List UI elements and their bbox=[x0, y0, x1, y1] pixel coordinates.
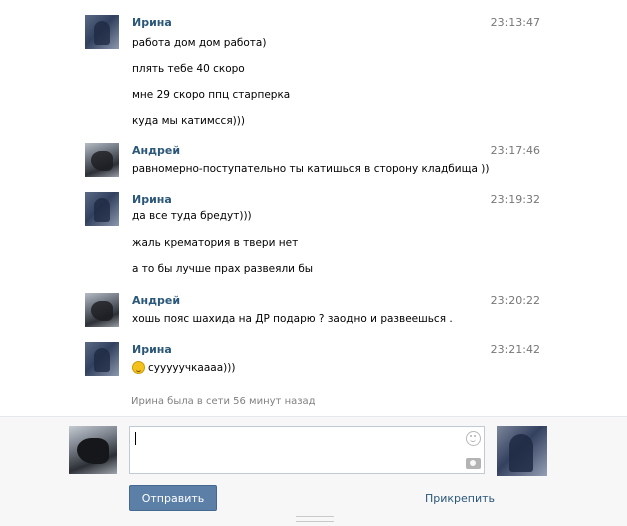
send-button[interactable]: Отправить bbox=[129, 485, 217, 511]
avatar-figure bbox=[91, 151, 113, 171]
avatar-figure bbox=[94, 21, 110, 45]
avatar-irina[interactable] bbox=[85, 192, 119, 226]
smile-icon[interactable] bbox=[466, 431, 481, 446]
avatar-figure bbox=[509, 434, 533, 472]
author-name[interactable]: Андрей bbox=[132, 294, 180, 307]
message-time: 23:19:32 bbox=[490, 193, 540, 206]
message-group: Ирина 23:21:42 сууууучкаааа))) bbox=[85, 342, 555, 380]
message-group: Андрей 23:17:46 равномерно-поступательно… bbox=[85, 143, 555, 178]
message-group: Ирина 23:13:47 работа дом дом работа) пл… bbox=[85, 15, 555, 130]
message-text: хошь пояс шахида на ДР подарю ? заодно и… bbox=[132, 313, 453, 325]
message-time: 23:17:46 bbox=[490, 144, 540, 157]
peer-avatar[interactable] bbox=[497, 426, 547, 476]
camera-icon[interactable] bbox=[466, 458, 481, 469]
message-group: Андрей 23:20:22 хошь пояс шахида на ДР п… bbox=[85, 293, 555, 328]
avatar-figure bbox=[91, 301, 113, 321]
author-name[interactable]: Ирина bbox=[132, 193, 172, 206]
text-cursor bbox=[135, 432, 136, 445]
resize-handle[interactable] bbox=[296, 516, 334, 522]
message-text: равномерно-поступательно ты катишься в с… bbox=[132, 163, 490, 175]
avatar-irina[interactable] bbox=[85, 342, 119, 376]
message-text: плять тебе 40 скоро bbox=[132, 63, 245, 75]
message-text: а то бы лучше прах развеяли бы bbox=[132, 263, 314, 275]
message-text: куда мы катимсся))) bbox=[132, 115, 245, 127]
message-text: мне 29 скоро ппц старперка bbox=[132, 89, 291, 101]
attach-link[interactable]: Прикрепить bbox=[425, 492, 495, 505]
online-status: Ирина была в сети 56 минут назад bbox=[131, 396, 316, 407]
avatar-figure bbox=[77, 438, 109, 464]
avatar-irina[interactable] bbox=[85, 15, 119, 49]
my-avatar[interactable] bbox=[69, 426, 117, 474]
avatar-andrey[interactable] bbox=[85, 293, 119, 327]
author-name[interactable]: Ирина bbox=[132, 16, 172, 29]
message-group: Ирина 23:19:32 да все туда бредут))) жал… bbox=[85, 192, 555, 282]
message-time: 23:13:47 bbox=[490, 16, 540, 29]
message-text-with-emoji: сууууучкаааа))) bbox=[132, 361, 235, 374]
avatar-figure bbox=[94, 348, 110, 372]
avatar-andrey[interactable] bbox=[85, 143, 119, 177]
message-text: жаль крематория в твери нет bbox=[132, 237, 299, 249]
avatar-figure bbox=[94, 198, 110, 222]
message-time: 23:21:42 bbox=[490, 343, 540, 356]
author-name[interactable]: Андрей bbox=[132, 144, 180, 157]
message-text: сууууучкаааа))) bbox=[148, 362, 236, 374]
message-text: работа дом дом работа) bbox=[132, 37, 267, 49]
message-history: Ирина 23:13:47 работа дом дом работа) пл… bbox=[0, 0, 627, 416]
laughing-emoji-icon bbox=[132, 361, 145, 374]
message-time: 23:20:22 bbox=[490, 294, 540, 307]
author-name[interactable]: Ирина bbox=[132, 343, 172, 356]
compose-area: Отправить Прикрепить bbox=[0, 416, 627, 526]
message-input[interactable] bbox=[129, 426, 485, 474]
message-text: да все туда бредут))) bbox=[132, 210, 252, 222]
